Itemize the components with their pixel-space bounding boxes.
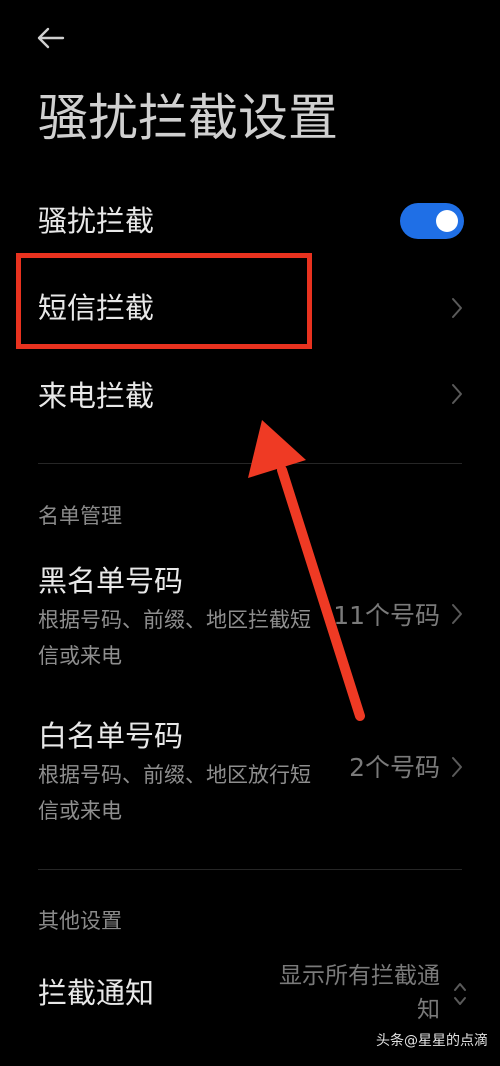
watermark: 头条@星星的点滴 bbox=[376, 1033, 488, 1049]
annotation-arrow bbox=[248, 420, 365, 721]
